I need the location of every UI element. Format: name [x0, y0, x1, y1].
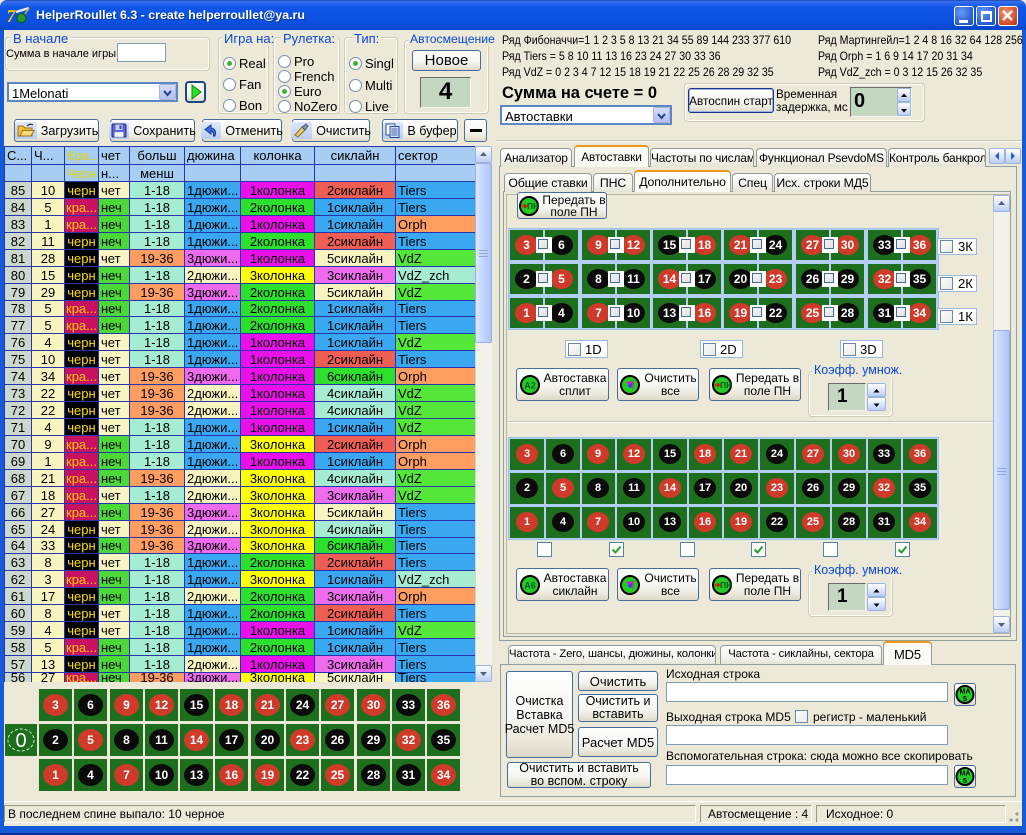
svg-text:0: 0 [15, 730, 26, 752]
svg-text:МА: МА [960, 771, 971, 778]
svg-text:5: 5 [963, 778, 967, 785]
svg-text:ПН: ПН [720, 580, 732, 590]
svg-text:A6: A6 [524, 580, 536, 590]
svg-text:ПН: ПН [720, 380, 732, 390]
svg-text:ПН: ПН [527, 201, 539, 211]
svg-text:5: 5 [963, 696, 967, 703]
svg-text:7: 7 [8, 6, 17, 25]
svg-text:МА: МА [960, 689, 971, 696]
svg-text:A2: A2 [524, 380, 536, 390]
